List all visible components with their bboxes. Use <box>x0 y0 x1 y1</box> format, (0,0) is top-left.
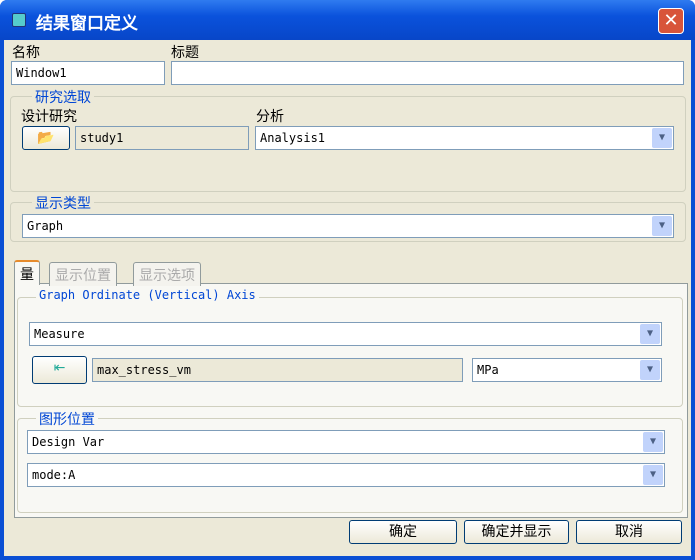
mode-value: mode:A <box>32 468 76 482</box>
unit-select[interactable]: MPa ▼ <box>472 358 662 382</box>
unit-value: MPa <box>477 363 499 377</box>
analysis-value: Analysis1 <box>260 131 326 145</box>
measure-select[interactable]: Measure ▼ <box>29 322 662 346</box>
folder-open-icon: 📂 <box>37 130 55 146</box>
tab-quantity[interactable]: 量 <box>14 260 40 285</box>
name-label: 名称 <box>12 45 40 61</box>
ordinate-group-label: Graph Ordinate (Vertical) Axis <box>36 288 259 302</box>
chevron-down-icon[interactable]: ▼ <box>643 432 663 452</box>
chevron-down-icon[interactable]: ▼ <box>640 360 660 380</box>
tab-display-position[interactable]: 显示位置 <box>49 262 117 286</box>
study-group-label: 研究选取 <box>32 87 94 107</box>
analysis-label: 分析 <box>256 109 284 125</box>
chevron-down-icon[interactable]: ▼ <box>643 465 663 485</box>
dialog-window: 结果窗口定义 ✕ 名称 Window1 标题 研究选取 设计研究 📂 study… <box>0 0 695 560</box>
chevron-down-icon[interactable]: ▼ <box>640 324 660 344</box>
measure-icon: ⇤ <box>53 360 66 376</box>
display-type-value: Graph <box>27 219 64 233</box>
open-study-button[interactable]: 📂 <box>22 126 70 150</box>
analysis-select[interactable]: Analysis1 ▼ <box>255 126 674 150</box>
window-title: 结果窗口定义 <box>36 14 138 34</box>
study-field: study1 <box>75 126 249 150</box>
mode-select[interactable]: mode:A ▼ <box>27 463 665 487</box>
caption-input[interactable] <box>171 61 684 85</box>
display-type-label: 显示类型 <box>32 193 94 213</box>
measure-value: Measure <box>34 327 85 341</box>
position-select[interactable]: Design Var ▼ <box>27 430 665 454</box>
tab-display-options[interactable]: 显示选项 <box>133 262 201 286</box>
design-study-label: 设计研究 <box>21 109 77 125</box>
chevron-down-icon[interactable]: ▼ <box>652 128 672 148</box>
window-icon <box>12 13 26 27</box>
chevron-down-icon[interactable]: ▼ <box>652 216 672 236</box>
display-type-select[interactable]: Graph ▼ <box>22 214 674 238</box>
graph-position-label: 图形位置 <box>36 409 98 429</box>
measure-name-field: max_stress_vm <box>92 358 463 382</box>
ok-button[interactable]: 确定 <box>349 520 457 544</box>
title-bar: 结果窗口定义 ✕ <box>0 0 695 40</box>
select-measure-button[interactable]: ⇤ <box>32 356 87 384</box>
caption-label: 标题 <box>171 45 199 61</box>
name-input[interactable]: Window1 <box>11 61 165 85</box>
ok-show-button[interactable]: 确定并显示 <box>464 520 569 544</box>
cancel-button[interactable]: 取消 <box>576 520 682 544</box>
ordinate-group <box>17 297 683 407</box>
position-value: Design Var <box>32 435 105 449</box>
close-button[interactable]: ✕ <box>658 8 684 34</box>
